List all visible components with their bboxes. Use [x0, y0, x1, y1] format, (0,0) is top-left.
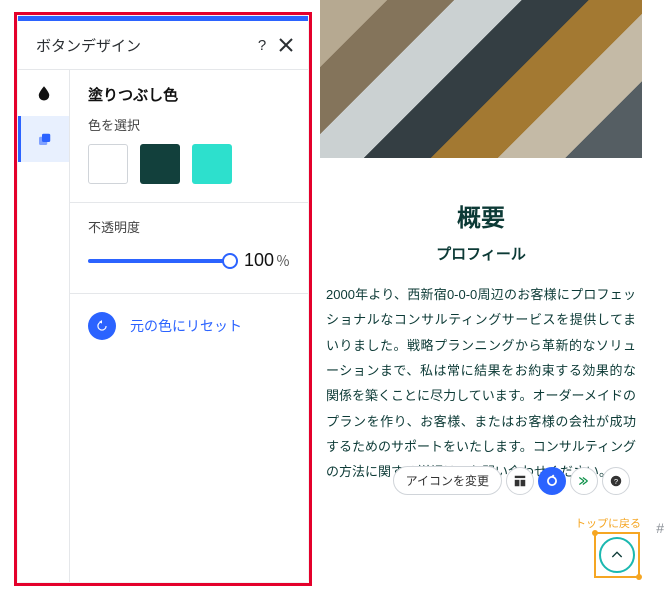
panel-header: ボタンデザイン ? [18, 21, 308, 70]
back-to-top-label: トップに戻る [572, 514, 644, 532]
slider-track [88, 259, 230, 263]
help-circle-icon[interactable]: ? [602, 467, 630, 495]
design-icon[interactable] [538, 467, 566, 495]
article-h1: 概要 [326, 198, 636, 233]
off-canvas-hash: # [656, 520, 664, 536]
back-to-top-widget: トップに戻る [594, 532, 640, 578]
opacity-slider[interactable] [88, 251, 230, 271]
color-pick-label: 色を選択 [70, 115, 308, 144]
change-icon-button[interactable]: アイコンを変更 [393, 466, 502, 495]
layout-icon[interactable] [506, 467, 534, 495]
element-toolbar: アイコンを変更 ? [393, 466, 630, 495]
article-h2: プロフィール [326, 243, 636, 264]
opacity-label: 不透明度 [88, 217, 290, 236]
animate-icon[interactable] [570, 467, 598, 495]
hero-image [320, 0, 642, 158]
panel-body: 塗りつぶし色 色を選択 不透明度 100 ％ [18, 70, 308, 582]
svg-text:?: ? [614, 476, 618, 485]
opacity-unit: ％ [276, 251, 290, 271]
back-to-top-button[interactable] [599, 537, 635, 573]
opacity-block: 不透明度 100 ％ [70, 203, 308, 293]
tab-layers[interactable] [18, 116, 69, 162]
close-icon[interactable] [274, 33, 298, 57]
swatch-dark-teal[interactable] [140, 144, 180, 184]
opacity-number: 100 [244, 250, 274, 271]
slider-thumb[interactable] [222, 253, 238, 269]
opacity-value: 100 ％ [244, 250, 290, 271]
selection-box[interactable] [594, 532, 640, 578]
swatch-aqua[interactable] [192, 144, 232, 184]
reset-button[interactable]: 元の色にリセット [130, 316, 242, 336]
reset-icon[interactable] [88, 312, 116, 340]
panel-content: 塗りつぶし色 色を選択 不透明度 100 ％ [70, 70, 308, 582]
help-icon[interactable]: ? [250, 33, 274, 57]
side-tabs [18, 70, 70, 582]
design-panel: ボタンデザイン ? 塗りつぶし色 色を選択 [18, 16, 308, 582]
article-body: 2000年より、西新宿0-0-0周辺のお客様にプロフェッショナルなコンサルティン… [326, 282, 636, 485]
swatch-white[interactable] [88, 144, 128, 184]
color-swatches [70, 144, 308, 202]
tab-fill-droplet[interactable] [18, 70, 69, 116]
reset-row: 元の色にリセット [70, 294, 308, 358]
fill-heading: 塗りつぶし色 [70, 70, 308, 115]
panel-title: ボタンデザイン [36, 35, 250, 56]
